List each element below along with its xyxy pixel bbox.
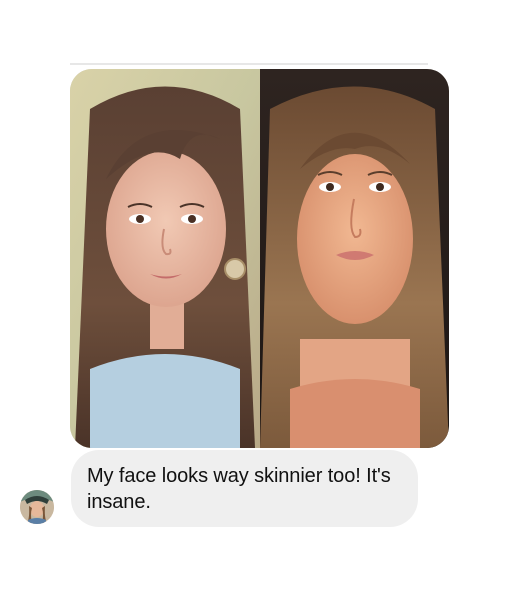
after-photo <box>260 69 449 448</box>
before-photo-image <box>70 69 260 448</box>
profile-avatar-icon[interactable] <box>20 490 54 524</box>
before-photo <box>70 69 260 448</box>
after-photo-image <box>260 69 449 448</box>
message-bubble[interactable]: My face looks way skinnier too! It's ins… <box>71 450 418 527</box>
shared-photo-message[interactable] <box>70 69 449 448</box>
message-divider <box>70 63 428 65</box>
avatar-image <box>20 490 54 524</box>
